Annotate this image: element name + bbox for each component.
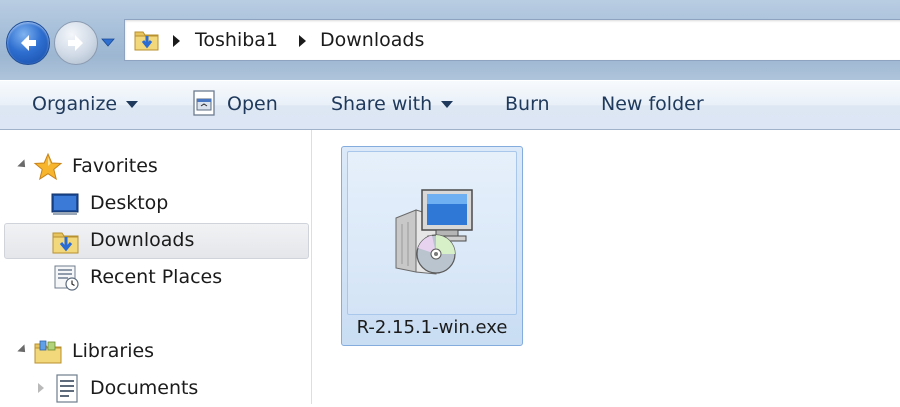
downloads-folder-icon <box>134 31 159 51</box>
collapsed-arrow-icon[interactable] <box>38 383 44 393</box>
installer-icon <box>395 189 473 275</box>
address-bar-region: Toshiba1 Downloads <box>0 0 900 80</box>
organize-button[interactable]: Organize <box>32 93 139 115</box>
recent-pages-dropdown-icon[interactable] <box>101 36 115 48</box>
open-icon <box>193 90 215 116</box>
tree-item-recent-places[interactable]: Recent Places <box>0 260 310 296</box>
tree-item-downloads[interactable]: Downloads <box>4 223 309 259</box>
tree-label-desktop: Desktop <box>90 192 169 214</box>
tree-item-libraries[interactable]: Libraries <box>0 334 310 370</box>
tree-label-downloads: Downloads <box>90 229 195 251</box>
new-folder-button[interactable]: New folder <box>601 93 704 115</box>
file-item[interactable]: R-2.15.1-win.exe <box>341 146 523 346</box>
expand-arrow-icon[interactable] <box>17 159 29 171</box>
breadcrumb-toshiba1[interactable]: Toshiba1 <box>195 29 278 51</box>
tree-label-recent-places: Recent Places <box>90 266 223 288</box>
chevron-down-icon <box>441 101 454 108</box>
back-arrow-icon <box>21 35 36 51</box>
share-with-label: Share with <box>331 93 433 115</box>
forward-button[interactable] <box>54 21 98 65</box>
tree-item-documents[interactable]: Documents <box>0 371 310 407</box>
libraries-icon <box>34 340 62 364</box>
star-icon <box>33 152 63 181</box>
command-bar: Organize Open Share with Burn New folder <box>0 80 900 130</box>
open-button[interactable]: Open <box>227 93 278 115</box>
burn-button[interactable]: Burn <box>505 93 550 115</box>
breadcrumb-separator-icon[interactable] <box>299 35 306 47</box>
share-with-button[interactable]: Share with <box>331 93 454 115</box>
tree-label-favorites: Favorites <box>72 155 158 177</box>
navigation-pane: Favorites Desktop Downloads Recent Place… <box>0 130 312 404</box>
file-list-area: R-2.15.1-win.exe <box>312 130 900 404</box>
tree-label-libraries: Libraries <box>72 340 155 362</box>
breadcrumb-downloads[interactable]: Downloads <box>320 29 424 51</box>
forward-arrow-icon <box>68 35 83 51</box>
file-name-label: R-2.15.1-win.exe <box>356 317 508 338</box>
chevron-down-icon <box>126 101 139 108</box>
desktop-icon <box>51 193 79 215</box>
tree-label-documents: Documents <box>90 377 199 399</box>
organize-label: Organize <box>32 93 118 115</box>
address-box[interactable]: Toshiba1 Downloads <box>124 19 900 61</box>
breadcrumb-separator-icon[interactable] <box>173 35 180 47</box>
expand-arrow-icon[interactable] <box>17 344 29 356</box>
file-thumbnail-frame <box>347 151 517 315</box>
documents-icon <box>56 374 78 403</box>
recent-places-icon <box>54 265 79 291</box>
back-button[interactable] <box>6 21 50 65</box>
tree-item-favorites[interactable]: Favorites <box>0 149 310 185</box>
downloads-folder-icon <box>52 232 79 254</box>
tree-item-desktop[interactable]: Desktop <box>0 186 310 222</box>
